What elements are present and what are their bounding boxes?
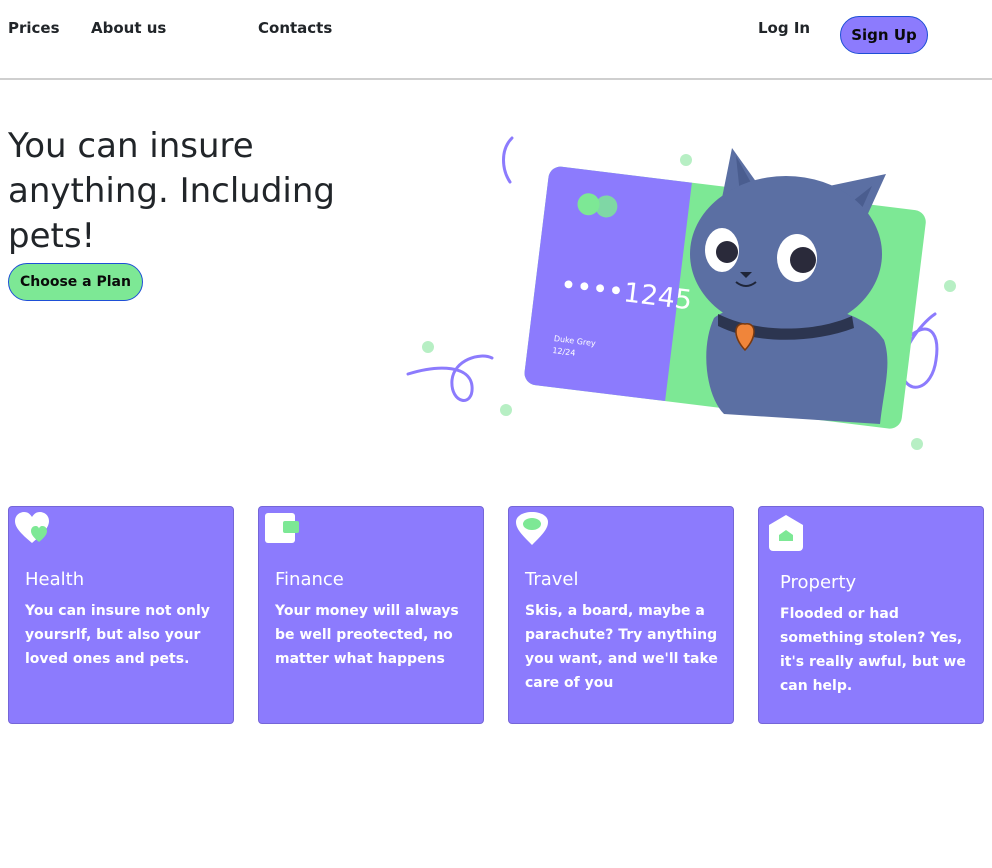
feature-title: Health xyxy=(25,569,85,590)
feature-text: Skis, a board, maybe a parachute? Try an… xyxy=(525,603,718,691)
feature-card-finance: Finance Your money will always be well p… xyxy=(258,506,484,724)
login-link[interactable]: Log In xyxy=(758,19,810,37)
hero-title: You can insure anything. Including pets! xyxy=(8,126,336,256)
feature-title: Finance xyxy=(275,569,344,590)
choose-plan-button[interactable]: Choose a Plan xyxy=(8,263,143,301)
signup-button[interactable]: Sign Up xyxy=(840,16,928,54)
nav-contacts-link[interactable]: Contacts xyxy=(258,19,332,37)
nav-prices-link[interactable]: Prices xyxy=(8,19,60,37)
feature-title: Travel xyxy=(525,569,579,590)
hero-illustration: ••••1245 Duke Grey 12/24 xyxy=(406,136,956,450)
wallet-icon xyxy=(265,513,299,543)
feature-card-health: Health You can insure not only yoursrlf,… xyxy=(8,506,234,724)
nav-about-link[interactable]: About us xyxy=(91,19,166,37)
feature-card-property: Property Flooded or had something stolen… xyxy=(758,506,984,724)
heart-icon xyxy=(15,512,49,543)
feature-text: You can insure not only yoursrlf, but al… xyxy=(25,603,210,667)
feature-text: Flooded or had something stolen? Yes, it… xyxy=(780,606,966,694)
feature-card-travel: Travel Skis, a board, maybe a parachute?… xyxy=(508,506,734,724)
house-icon xyxy=(769,515,803,551)
feature-title: Property xyxy=(780,572,857,593)
location-pin-icon xyxy=(516,512,548,545)
site-header: Prices About us Contacts Log In Sign Up xyxy=(0,0,992,80)
feature-text: Your money will always be well preotecte… xyxy=(275,603,459,667)
